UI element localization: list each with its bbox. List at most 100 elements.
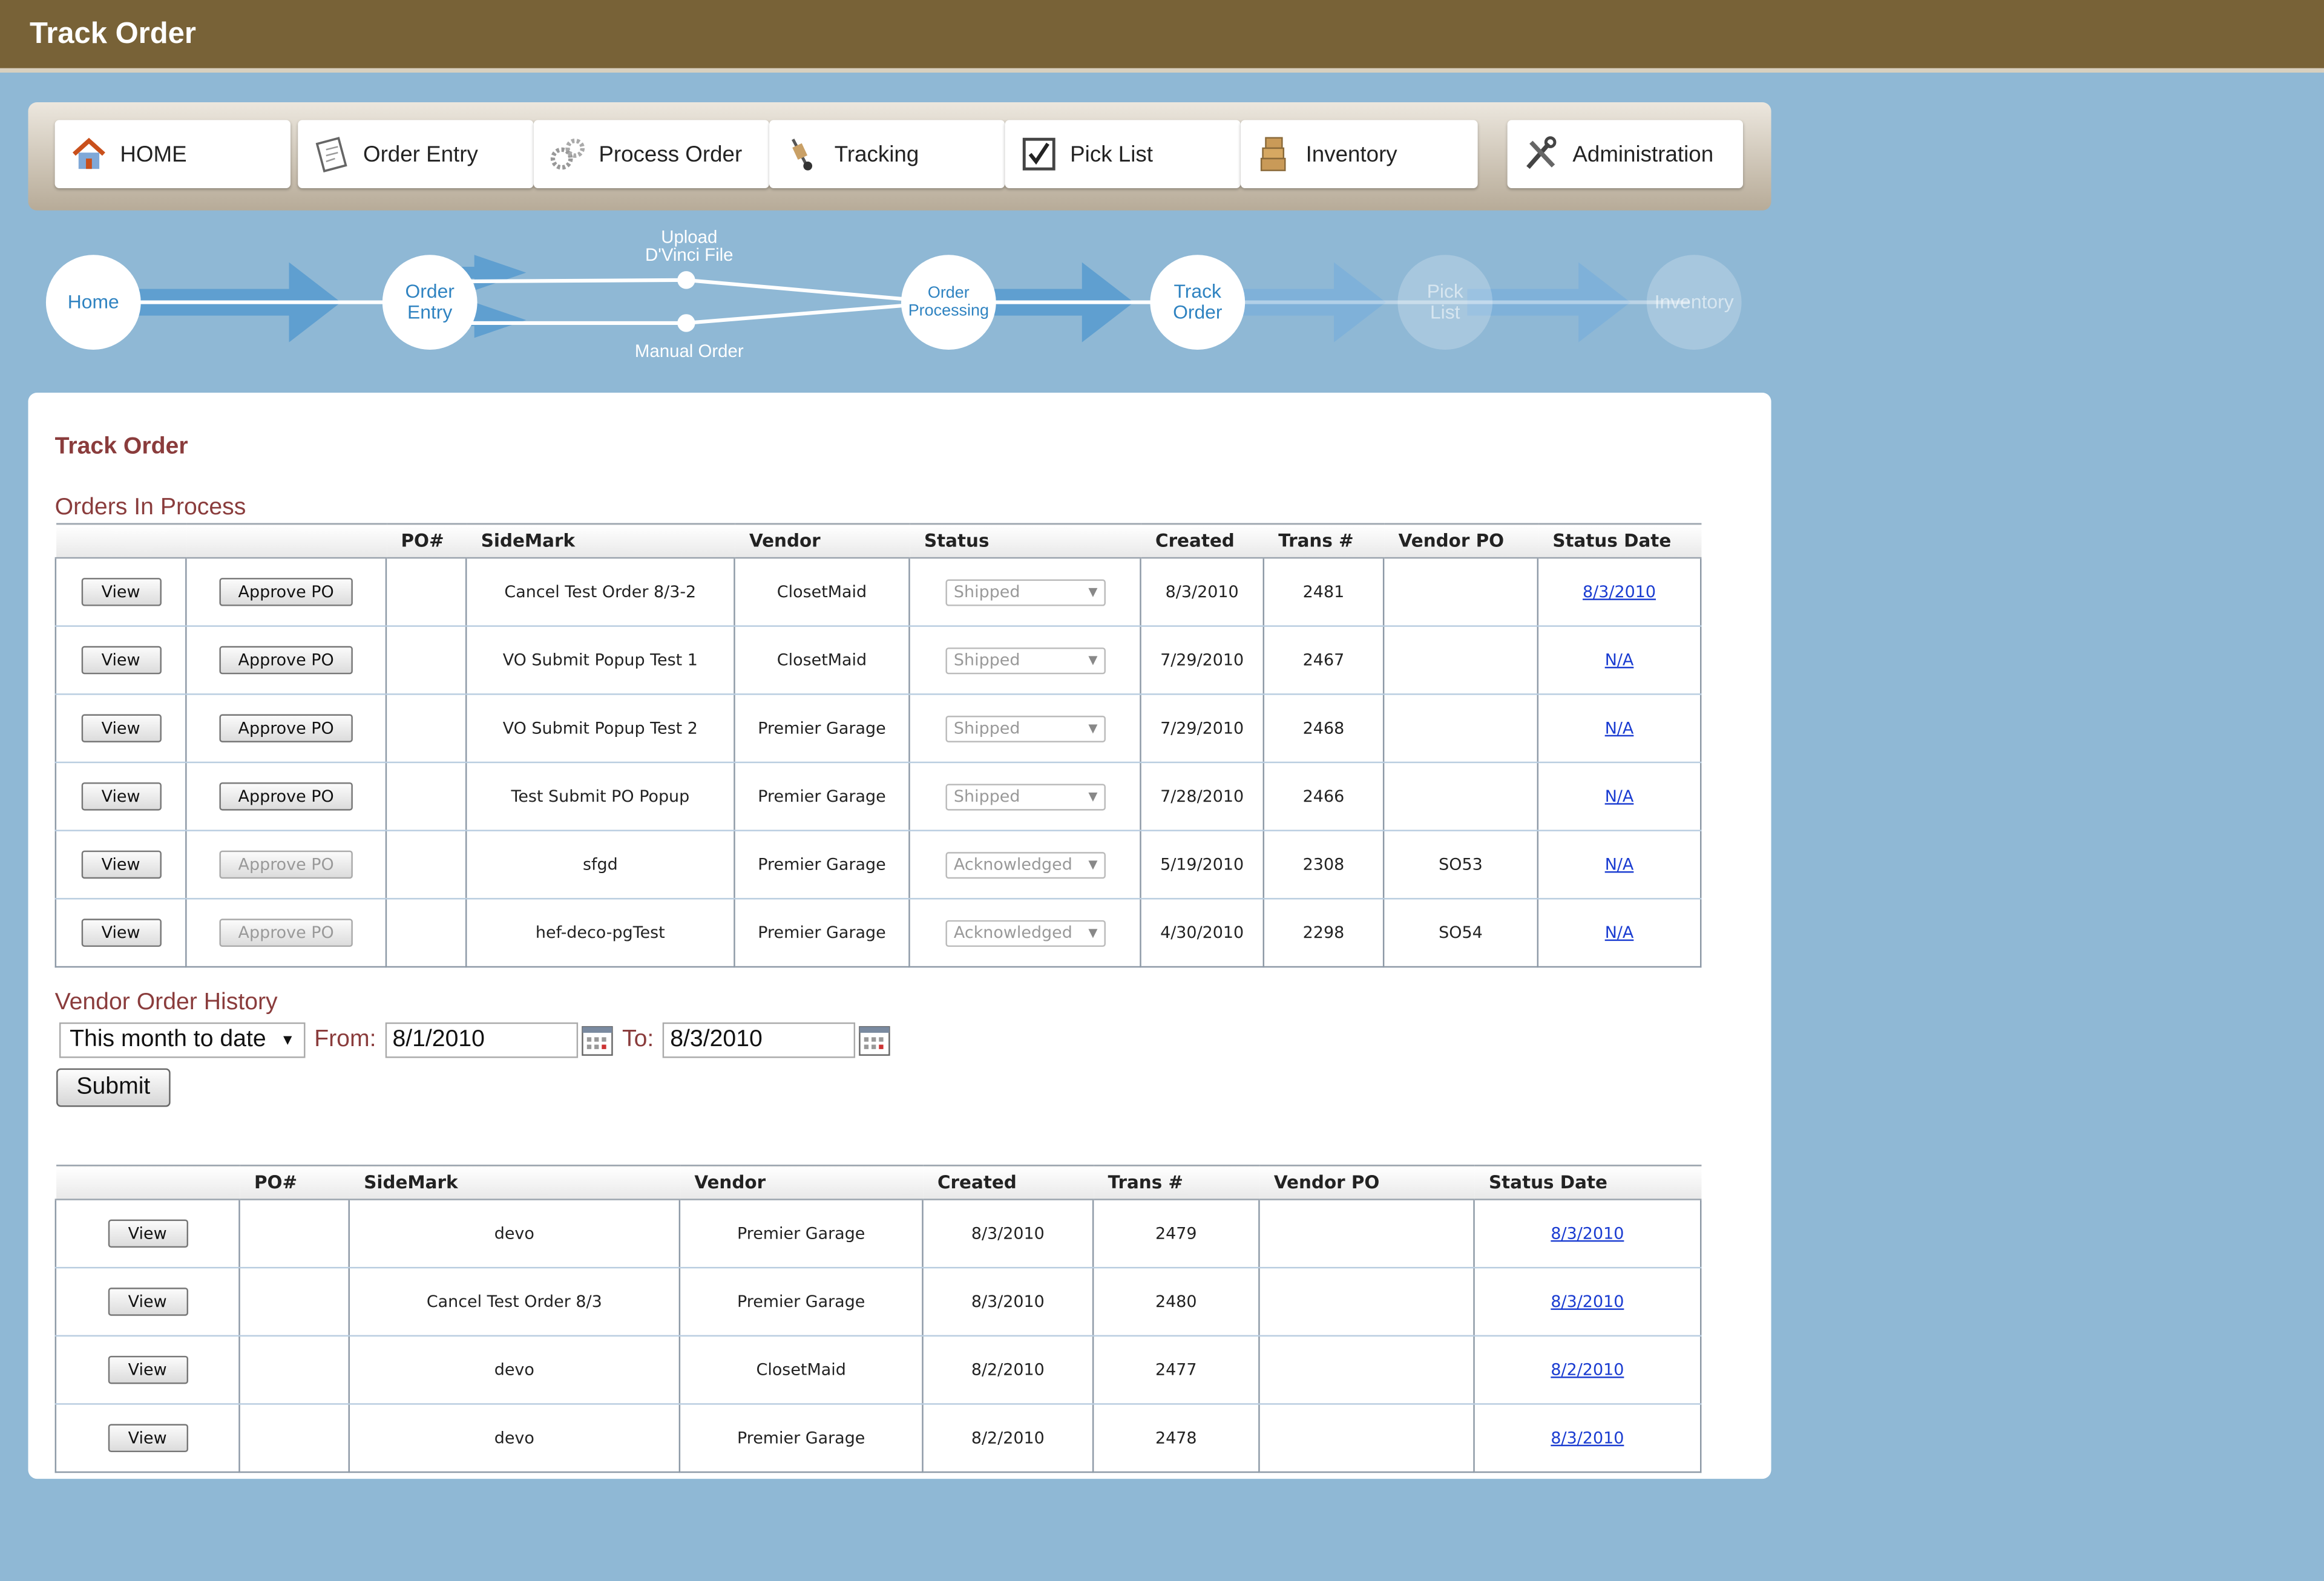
vendor-cell: Premier Garage xyxy=(734,899,910,968)
status-date-link[interactable]: 8/2/2010 xyxy=(1551,1360,1624,1380)
gears-icon xyxy=(550,138,585,170)
status-date-link[interactable]: N/A xyxy=(1605,923,1634,943)
status-date-link[interactable]: N/A xyxy=(1605,650,1634,670)
view-cell: View xyxy=(54,1199,240,1269)
chevron-down-icon: ▼ xyxy=(1088,857,1098,872)
nav-administration-button[interactable]: Administration xyxy=(1507,120,1744,189)
workflow-node-inventory: Inventory xyxy=(1646,255,1742,350)
status-date-link[interactable]: 8/3/2010 xyxy=(1551,1429,1624,1448)
workflow-node-home[interactable]: Home xyxy=(45,255,141,350)
vendor-cell: Premier Garage xyxy=(678,1199,924,1269)
po-cell xyxy=(385,762,467,831)
status-date-cell: N/A xyxy=(1537,899,1702,968)
column-header-po: PO# xyxy=(239,1164,349,1200)
pick-line2: List xyxy=(1430,301,1460,323)
view-button[interactable]: View xyxy=(107,1424,188,1453)
from-date-input[interactable]: 8/1/2010 xyxy=(385,1022,578,1058)
workflow-upload-label[interactable]: Upload D'Vinci File xyxy=(615,228,763,264)
column-header-vendor-po: Vendor PO xyxy=(1384,523,1538,559)
view-button[interactable]: View xyxy=(107,1288,188,1316)
po-cell xyxy=(238,1268,350,1337)
workflow-manual-label[interactable]: Manual Order xyxy=(600,342,778,360)
vendor-order-history-table: PO# SideMark Vendor Created Trans # Vend… xyxy=(54,1164,1702,1473)
nav-inventory-button[interactable]: Inventory xyxy=(1240,120,1478,189)
orders-in-process-table: PO# SideMark Vendor Status Created Trans… xyxy=(54,523,1702,968)
nav-tracking-button[interactable]: Tracking xyxy=(769,120,1005,189)
approve-po-button[interactable]: Approve PO xyxy=(219,578,353,606)
status-date-link[interactable]: N/A xyxy=(1605,787,1634,806)
table-row: View Approve PO hef-deco-pgTest Premier Gar… xyxy=(54,899,1702,968)
chevron-down-icon: ▼ xyxy=(1088,653,1098,667)
to-date-input[interactable]: 8/3/2010 xyxy=(663,1022,856,1058)
trans-cell: 2298 xyxy=(1262,899,1385,968)
nav-inventory-label: Inventory xyxy=(1305,141,1397,167)
po-cell xyxy=(385,899,467,968)
view-button[interactable]: View xyxy=(107,1219,188,1248)
status-select[interactable]: Shipped ▼ xyxy=(945,578,1105,606)
workflow-node-track-order[interactable]: Track Order xyxy=(1150,255,1246,350)
table-header-row: PO# SideMark Vendor Status Created Trans… xyxy=(55,523,1701,559)
approve-cell: Approve PO xyxy=(185,762,387,831)
workflow-arrows xyxy=(88,255,1690,342)
workflow-home-label: Home xyxy=(67,290,119,313)
date-range-select[interactable]: This month to date ▼ xyxy=(59,1022,306,1058)
view-button[interactable]: View xyxy=(80,646,161,675)
view-button[interactable]: View xyxy=(80,714,161,742)
view-button[interactable]: View xyxy=(80,918,161,947)
view-cell: View xyxy=(54,830,187,900)
view-button[interactable]: View xyxy=(80,578,161,606)
calendar-icon[interactable] xyxy=(580,1024,613,1056)
status-date-link[interactable]: 8/3/2010 xyxy=(1551,1224,1624,1243)
approve-po-button[interactable]: Approve PO xyxy=(219,646,353,675)
nav-process-order-button[interactable]: Process Order xyxy=(533,120,770,189)
view-button[interactable]: View xyxy=(80,782,161,811)
status-cell: Acknowledged ▼ xyxy=(908,830,1141,900)
trans-cell: 2466 xyxy=(1262,762,1385,831)
status-select[interactable]: Acknowledged ▼ xyxy=(945,851,1105,879)
workflow-node-order-entry[interactable]: Order Entry xyxy=(382,255,478,350)
vendor-cell: Premier Garage xyxy=(678,1404,924,1473)
created-cell: 5/19/2010 xyxy=(1140,830,1264,900)
status-value: Shipped xyxy=(953,650,1020,670)
view-cell: View xyxy=(54,626,187,695)
calendar-icon[interactable] xyxy=(858,1024,891,1056)
created-cell: 8/3/2010 xyxy=(922,1268,1094,1337)
status-date-link[interactable]: N/A xyxy=(1605,719,1634,738)
app-title: Track Order xyxy=(29,18,196,51)
status-select[interactable]: Shipped ▼ xyxy=(945,783,1105,810)
sidemark-cell: devo xyxy=(348,1335,681,1405)
nav-process-order-label: Process Order xyxy=(599,141,743,167)
nav-home-button[interactable]: HOME xyxy=(54,120,291,189)
view-cell: View xyxy=(54,1268,240,1337)
status-date-cell: 8/3/2010 xyxy=(1473,1199,1702,1269)
view-button[interactable]: View xyxy=(107,1355,188,1384)
workflow-node-order-processing[interactable]: Order Processing xyxy=(901,255,996,350)
top-bar: Track Order xyxy=(0,0,2324,73)
view-button[interactable]: View xyxy=(80,850,161,879)
status-select[interactable]: Acknowledged ▼ xyxy=(945,919,1105,946)
hand-truck-icon xyxy=(792,139,813,171)
status-select[interactable]: Shipped ▼ xyxy=(945,715,1105,742)
submit-button[interactable]: Submit xyxy=(56,1068,171,1107)
sidemark-cell: devo xyxy=(348,1199,681,1269)
boxes-icon xyxy=(1260,137,1286,171)
column-header-sidemark: SideMark xyxy=(466,523,735,559)
status-select[interactable]: Shipped ▼ xyxy=(945,646,1105,674)
approve-cell: Approve PO xyxy=(185,694,387,764)
status-date-link[interactable]: 8/3/2010 xyxy=(1551,1292,1624,1312)
po-cell xyxy=(385,558,467,627)
column-header xyxy=(55,523,186,559)
approve-cell: Approve PO xyxy=(185,899,387,968)
processing-line2: Processing xyxy=(908,302,989,320)
status-date-link[interactable]: 8/3/2010 xyxy=(1583,582,1656,601)
vendor-cell: ClosetMaid xyxy=(734,626,910,695)
nav-tracking-label: Tracking xyxy=(834,141,919,167)
nav-pick-list-button[interactable]: Pick List xyxy=(1005,120,1241,189)
status-date-link[interactable]: N/A xyxy=(1605,855,1634,874)
approve-po-button[interactable]: Approve PO xyxy=(219,782,353,811)
approve-po-button[interactable]: Approve PO xyxy=(219,714,353,742)
created-cell: 4/30/2010 xyxy=(1140,899,1264,968)
table-row: View Approve PO Cancel Test Order 8/3-2 Clo… xyxy=(54,558,1702,627)
nav-order-entry-button[interactable]: Order Entry xyxy=(298,120,534,189)
column-header-trans: Trans # xyxy=(1093,1164,1259,1200)
